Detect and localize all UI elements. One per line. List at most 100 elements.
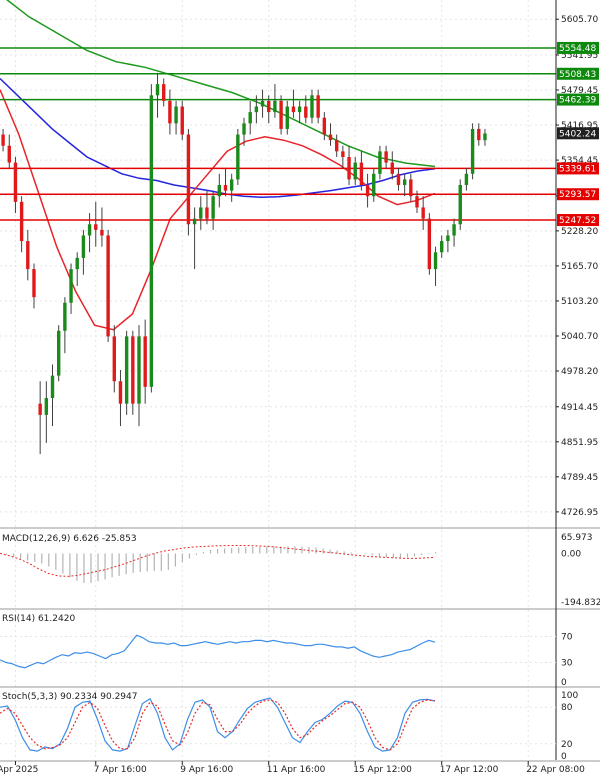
- rsi-y-tick-label: 30: [561, 659, 573, 669]
- candle-body: [297, 106, 302, 113]
- candle-body: [87, 224, 92, 236]
- macd-histogram-bar: [41, 553, 43, 564]
- macd-histogram-bar: [111, 553, 113, 578]
- trading-chart: 5605.705541.955479.455416.955354.455290.…: [0, 0, 600, 775]
- candle-body: [396, 173, 401, 186]
- candle-body: [205, 207, 209, 219]
- macd-histogram-bar: [202, 551, 205, 554]
- candle-body: [236, 134, 240, 180]
- candle-body: [365, 185, 370, 197]
- current-price-label: 5402.24: [559, 129, 596, 139]
- stoch-y-tick-label: 80: [561, 703, 573, 713]
- candle-body: [168, 100, 172, 124]
- candle-body: [328, 134, 333, 141]
- candle-body: [112, 336, 116, 382]
- macd-histogram-bar: [406, 553, 409, 558]
- stoch-title: Stoch(5,3,3) 90.2334 90.2947: [2, 692, 137, 702]
- price-level-label: 5247.52: [559, 216, 596, 226]
- macd-histogram-bar: [287, 546, 289, 554]
- macd-histogram-bar: [399, 553, 402, 558]
- candle-body: [118, 381, 123, 404]
- macd-histogram-bar: [76, 553, 78, 581]
- macd-histogram-bar: [259, 546, 261, 554]
- macd-histogram-bar: [231, 547, 233, 554]
- candle-body: [415, 196, 419, 208]
- y-tick-label: 4726.95: [561, 508, 598, 518]
- stoch-y-tick-label: 100: [561, 691, 578, 701]
- y-tick-label: 4789.45: [561, 473, 598, 483]
- macd-histogram-bar: [62, 553, 64, 574]
- macd-histogram-bar: [20, 553, 22, 559]
- candle-body: [304, 106, 308, 118]
- candle-body: [19, 201, 24, 242]
- candle-body: [421, 207, 425, 219]
- macd-histogram-bar: [209, 549, 212, 554]
- macd-histogram-bar: [188, 553, 191, 559]
- macd-histogram-bar: [350, 552, 352, 554]
- candle-body: [199, 207, 203, 219]
- macd-histogram-bar: [378, 553, 380, 557]
- candle-body: [81, 235, 86, 258]
- macd-histogram-bar: [6, 553, 8, 555]
- candle-body: [464, 173, 469, 186]
- candle-body: [1, 134, 5, 146]
- macd-histogram-bar: [294, 546, 296, 554]
- candle-body: [38, 403, 42, 415]
- rsi-y-tick-label: 0: [561, 678, 567, 688]
- macd-histogram-bar: [48, 553, 50, 567]
- x-tick-label: 4 Apr 2025: [0, 765, 38, 774]
- candle-body: [32, 269, 36, 298]
- y-tick-label: 4978.20: [561, 367, 598, 377]
- candle-body: [242, 123, 246, 135]
- macd-histogram-bar: [266, 546, 268, 554]
- candle-body: [124, 336, 129, 404]
- macd-y-tick-label: 0.00: [561, 549, 581, 559]
- y-tick-label: 5103.20: [561, 297, 598, 307]
- macd-histogram-bar: [34, 553, 36, 562]
- macd-histogram-bar: [104, 553, 106, 580]
- macd-histogram-bar: [413, 553, 416, 557]
- candle-body: [334, 140, 339, 152]
- macd-histogram-bar: [132, 553, 134, 573]
- macd-histogram-bar: [55, 553, 57, 570]
- candle-body: [279, 100, 283, 129]
- macd-histogram-bar: [343, 551, 345, 554]
- macd-histogram-bar: [273, 546, 275, 554]
- macd-histogram-bar: [160, 553, 162, 571]
- macd-histogram-bar: [118, 553, 120, 576]
- y-tick-label: 4914.45: [561, 403, 598, 413]
- price-level-label: 5508.43: [559, 70, 596, 80]
- candle-body: [50, 375, 55, 399]
- x-tick-label: 17 Apr 12:00: [440, 765, 499, 774]
- candle-body: [316, 95, 320, 118]
- macd-histogram-bar: [224, 548, 226, 554]
- candle-body: [192, 218, 197, 225]
- candle-body: [69, 269, 73, 303]
- macd-histogram-bar: [125, 553, 127, 575]
- macd-histogram-bar: [139, 553, 141, 572]
- price-level-label: 5462.39: [559, 96, 596, 106]
- x-tick-label: 11 Apr 16:00: [267, 765, 326, 774]
- macd-histogram-bar: [252, 546, 254, 554]
- macd-histogram-bar: [167, 553, 169, 570]
- candle-body: [180, 106, 184, 135]
- candle-body: [94, 224, 98, 230]
- candle-body: [402, 179, 407, 186]
- macd-histogram-bar: [371, 553, 373, 556]
- candle-body: [267, 100, 271, 113]
- price-level-label: 5554.48: [559, 44, 596, 54]
- macd-histogram-bar: [195, 553, 198, 555]
- y-tick-label: 4851.95: [561, 438, 598, 448]
- candle-body: [13, 162, 18, 202]
- macd-histogram-bar: [315, 547, 317, 554]
- candle-body: [285, 106, 289, 129]
- macd-histogram-bar: [385, 553, 387, 558]
- candle-body: [322, 117, 327, 135]
- candle-body: [211, 196, 215, 219]
- candle-body: [155, 84, 160, 96]
- candle-body: [174, 106, 178, 124]
- candle-body: [372, 173, 376, 197]
- stoch-y-tick-label: 20: [561, 740, 573, 750]
- x-tick-label: 15 Apr 12:00: [353, 765, 412, 774]
- macd-histogram-bar: [97, 553, 99, 582]
